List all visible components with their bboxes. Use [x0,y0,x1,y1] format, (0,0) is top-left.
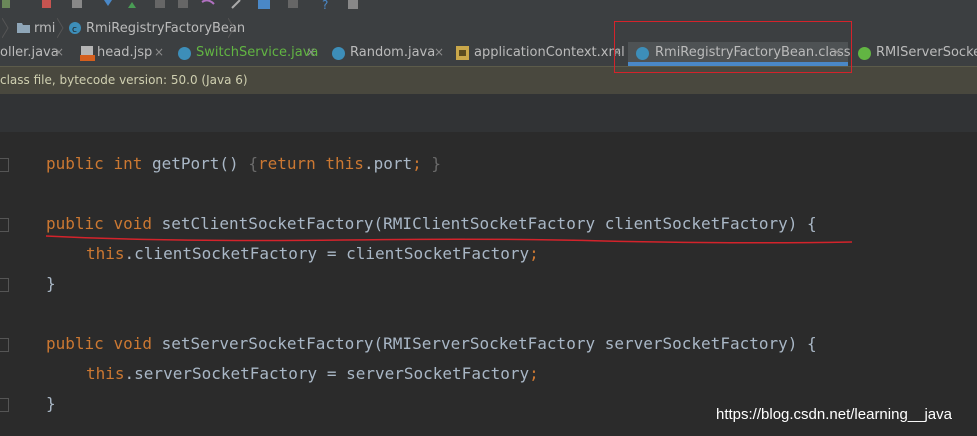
keyword: void [113,334,152,353]
toolbar-icons: ? [2,0,358,12]
tab-head-jsp[interactable]: head.jsp × [74,42,166,66]
tab-random-java[interactable]: Random.java × [324,42,444,66]
brace: } [46,394,56,413]
tab-applicationcontext-xml[interactable]: applicationContext.xml × [450,42,628,66]
close-icon[interactable]: × [434,45,444,59]
main-toolbar: ? [0,0,977,14]
close-icon[interactable]: × [154,45,164,59]
info-bar-text: class file, bytecode version: 50.0 (Java… [0,73,248,87]
wrench-icon [231,0,241,9]
parens: () [219,154,239,173]
folded-brace: } [431,154,442,173]
keyword: public [46,334,104,353]
semicolon: ; [529,364,539,383]
tab-controller-java[interactable]: oller.java × [0,42,70,66]
watermark: https://blog.csdn.net/learning__java [716,406,952,423]
tab-label: head.jsp [97,45,153,60]
fold-marker-icon[interactable] [0,398,9,412]
fold-marker-icon[interactable] [0,218,9,232]
stop-icon [42,0,51,8]
fold-marker-icon[interactable] [0,338,9,352]
xml-file-icon [456,46,469,60]
keyword: public [46,214,104,233]
java-class-icon [178,47,191,60]
settings-icon [348,0,358,9]
close-icon[interactable]: × [54,45,64,59]
interface-icon [858,47,871,60]
method-name: getPort [151,154,220,173]
field-ref: .clientSocketFactory [124,244,318,263]
params: (RMIClientSocketFactory clientSocketFact… [373,214,798,233]
code-line-setserver-body: this.serverSocketFactory = serverSocketF… [86,364,539,383]
download-icon [104,0,112,6]
code-editor[interactable]: public int getPort() {return this.port; … [0,132,977,436]
jsp-file-icon [80,46,95,61]
keyword: int [113,154,143,173]
keyword: this [325,154,364,173]
tab-switchservice-java[interactable]: SwitchService.java × [170,42,320,66]
breadcrumb-separator-icon [2,18,9,38]
keyword: void [113,214,152,233]
frame-icon [155,0,165,8]
brace: } [46,274,56,293]
build-icon [72,0,82,8]
tab-rmiserversocket[interactable]: RMIServerSocket [854,42,977,66]
highlight-box [614,21,852,73]
semicolon: ; [529,244,539,263]
method-name: setClientSocketFactory [161,214,374,233]
code-line-getport: public int getPort() {return this.port; … [46,154,441,173]
copy-icon [178,0,188,8]
breadcrumb-item-class[interactable]: RmiRegistryFactoryBean [86,21,245,36]
sdk-icon [288,0,298,8]
tab-label: SwitchService.java [196,45,319,60]
assignment: = serverSocketFactory [317,364,530,383]
params: (RMIServerSocketFactory serverSocketFact… [373,334,798,353]
code-line-setserver-signature: public void setServerSocketFactory(RMISe… [46,334,817,353]
tab-label: RMIServerSocket [876,45,977,60]
tab-label: Random.java [350,45,436,60]
keyword: public [46,154,104,173]
close-icon[interactable]: × [306,45,316,59]
class-file-icon: c [69,22,81,35]
java-class-icon [332,47,345,60]
highlight-underline [45,235,853,244]
undo-icon [201,0,215,5]
tab-label: oller.java [0,45,59,60]
code-line-setserver-close: } [46,394,56,413]
brace: { [807,334,817,353]
assignment: = clientSocketFactory [317,244,530,263]
tab-label: applicationContext.xml [474,45,625,60]
keyword: return [257,154,316,173]
fold-marker-icon[interactable] [0,278,9,292]
breadcrumb-item-rmi[interactable]: rmi [34,21,55,36]
keyword: this [86,364,125,383]
folder-icon [17,23,30,33]
code-line-setclient-body: this.clientSocketFactory = clientSocketF… [86,244,539,263]
folded-brace: { [248,154,258,173]
method-name: setServerSocketFactory [161,334,374,353]
fold-marker-icon[interactable] [0,158,9,172]
field-ref: .serverSocketFactory [124,364,318,383]
brace: { [807,214,817,233]
help-icon: ? [322,0,328,12]
editor-header-area [0,94,977,133]
keyword: this [86,244,125,263]
code-line-setclient-close: } [46,274,56,293]
field-ref: .port [363,154,413,173]
breadcrumb-separator-icon [57,18,64,38]
code-line-setclient-signature: public void setClientSocketFactory(RMICl… [46,214,817,233]
breadcrumb-separator-icon [228,18,235,38]
svg-text:c: c [72,25,77,35]
structure-icon [258,0,270,9]
run-icon [2,0,10,8]
upload-icon [128,2,136,8]
semicolon: ; [412,154,422,173]
